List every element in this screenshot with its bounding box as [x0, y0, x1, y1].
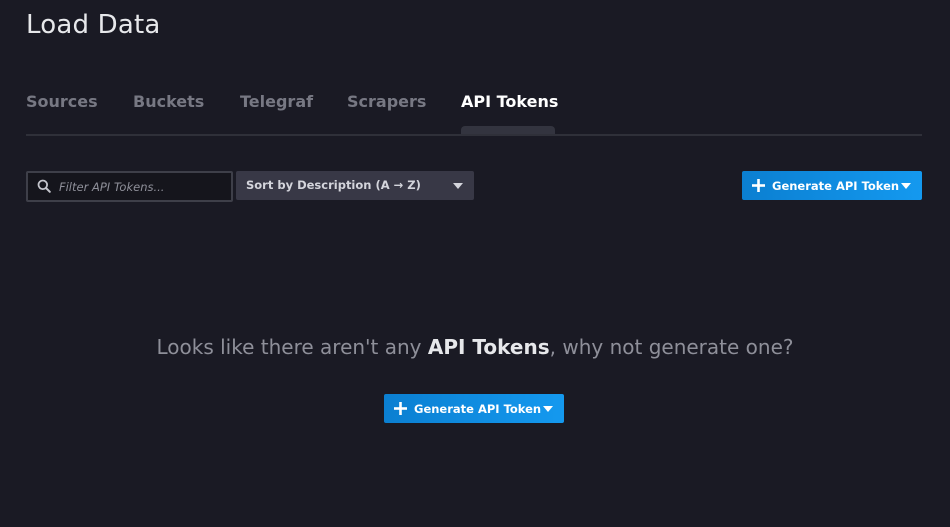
generate-api-token-label: Generate API Token	[772, 179, 900, 193]
plus-icon	[752, 179, 765, 192]
empty-state-generate-api-token-button[interactable]: Generate API Token	[384, 394, 564, 423]
tab-api-tokens[interactable]: API Tokens	[461, 92, 558, 111]
sort-dropdown-label: Sort by Description (A → Z)	[246, 178, 421, 192]
sort-dropdown[interactable]: Sort by Description (A → Z)	[236, 171, 474, 200]
page-title: Load Data	[26, 10, 161, 40]
empty-state-text-after: , why not generate one?	[549, 335, 794, 359]
generate-api-token-button[interactable]: Generate API Token	[742, 171, 922, 200]
filter-api-tokens-input[interactable]	[59, 173, 224, 200]
tab-sources[interactable]: Sources	[26, 92, 98, 111]
filter-api-tokens-field	[26, 171, 233, 202]
tab-telegraf[interactable]: Telegraf	[240, 92, 313, 111]
empty-state-message: Looks like there aren't any API Tokens, …	[0, 335, 950, 359]
caret-down-icon	[901, 183, 911, 189]
active-tab-indicator	[461, 126, 555, 134]
empty-state-generate-api-token-label: Generate API Token	[414, 402, 542, 416]
caret-down-icon	[453, 183, 463, 189]
plus-icon	[394, 402, 407, 415]
empty-state-highlight: API Tokens	[427, 335, 550, 359]
tab-scrapers[interactable]: Scrapers	[347, 92, 426, 111]
search-icon	[37, 179, 51, 193]
caret-down-icon	[543, 406, 553, 412]
tab-bar: Sources Buckets Telegraf Scrapers API To…	[26, 84, 922, 136]
load-data-page: Load Data Sources Buckets Telegraf Scrap…	[0, 0, 950, 527]
empty-state-text-before: Looks like there aren't any	[156, 335, 428, 359]
tab-buckets[interactable]: Buckets	[133, 92, 204, 111]
